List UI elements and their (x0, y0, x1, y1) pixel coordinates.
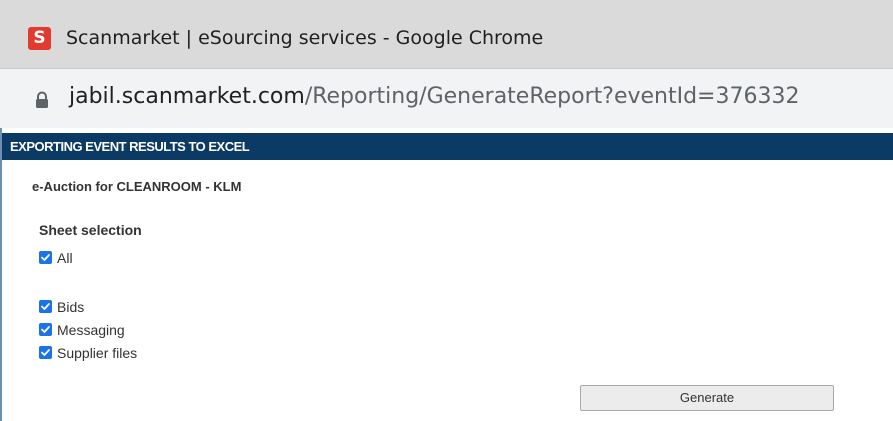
report-page: EXPORTING EVENT RESULTS TO EXCEL e-Aucti… (0, 128, 893, 421)
all-checkbox-label: All (57, 249, 73, 266)
supplier-files-checkbox-row[interactable]: Supplier files (39, 344, 137, 361)
bids-checkbox-label: Bids (57, 298, 85, 315)
generate-button[interactable]: Generate (580, 385, 834, 411)
sheet-selection-label: Sheet selection (39, 222, 142, 238)
page-header-band: EXPORTING EVENT RESULTS TO EXCEL (2, 133, 893, 160)
bids-checkbox-row[interactable]: Bids (39, 298, 84, 315)
url-host: jabil.scanmarket.com (69, 84, 305, 109)
browser-title-bar: S Scanmarket | eSourcing services - Goog… (0, 0, 893, 68)
window-title: Scanmarket | eSourcing services - Google… (66, 27, 544, 49)
all-checkbox-row[interactable]: All (39, 249, 73, 266)
event-name: e-Auction for CLEANROOM - KLM (32, 179, 242, 194)
scanmarket-app-icon: S (28, 27, 51, 50)
lock-icon[interactable] (33, 91, 51, 109)
supplier-files-checkbox[interactable] (39, 346, 52, 359)
address-bar[interactable]: jabil.scanmarket.com/Reporting/GenerateR… (0, 68, 893, 128)
messaging-checkbox-row[interactable]: Messaging (39, 321, 125, 338)
bids-checkbox[interactable] (39, 300, 52, 313)
messaging-checkbox-label: Messaging (57, 321, 125, 338)
page-title: EXPORTING EVENT RESULTS TO EXCEL (10, 139, 250, 154)
url-text[interactable]: jabil.scanmarket.com/Reporting/GenerateR… (69, 84, 799, 109)
all-checkbox[interactable] (39, 251, 52, 264)
messaging-checkbox[interactable] (39, 323, 52, 336)
supplier-files-checkbox-label: Supplier files (57, 344, 138, 361)
url-path: /Reporting/GenerateReport?eventId=376332 (304, 84, 800, 109)
